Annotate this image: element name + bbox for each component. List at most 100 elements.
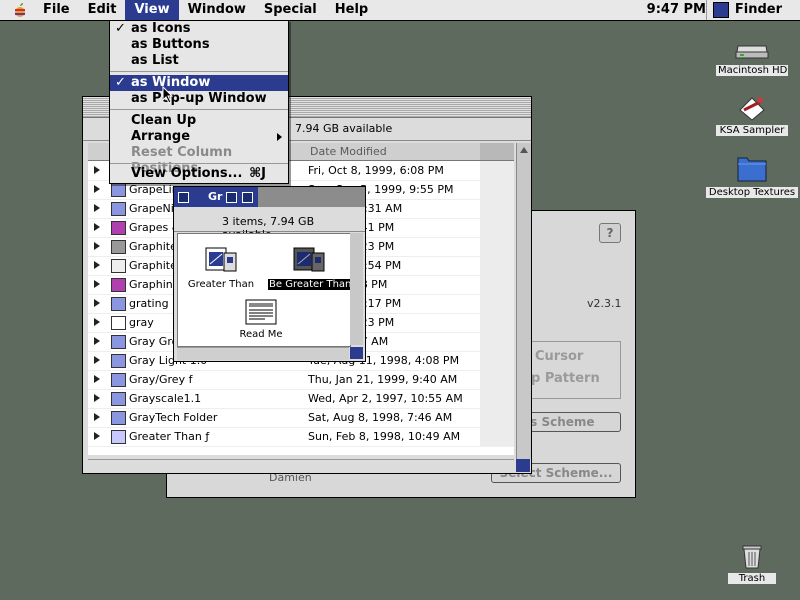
menu-separator [110,109,288,110]
trash-icon[interactable]: Trash [728,540,776,584]
resize-handle[interactable] [516,459,530,472]
sort-column-cell [480,408,514,427]
scroll-up-arrow-icon[interactable] [520,147,528,153]
folder-icon [737,157,767,182]
disclosure-triangle-icon[interactable] [94,318,100,326]
sort-column-cell [480,351,514,370]
checkmark-icon: ✓ [115,21,126,36]
icon-window-resize-handle[interactable] [350,347,363,359]
trash-can-icon [742,545,762,569]
disclosure-triangle-icon[interactable] [94,432,100,440]
zoom-box-icon[interactable] [226,192,237,203]
tool-icon [111,240,126,254]
table-row[interactable]: Gray/Grey f Thu, Jan 21, 1999, 9:40 AM [88,370,514,390]
disclosure-triangle-icon[interactable] [94,413,100,421]
macintosh-hd-icon[interactable]: Macintosh HD [716,40,788,76]
sort-column-cell [480,256,514,275]
disclosure-triangle-icon[interactable] [94,166,100,174]
checkmark-icon: ✓ [115,75,126,90]
table-row[interactable]: GrayTech Folder Sat, Aug 8, 1998, 7:46 AM [88,408,514,428]
icon-window-tab[interactable]: Gr [174,187,258,207]
file-name: Greater Than ƒ [129,430,210,443]
sort-column-header[interactable] [480,143,514,160]
menu-clock[interactable]: 9:47 PM [647,0,706,20]
file-name: gray [129,316,154,329]
menu-separator [110,163,288,164]
application-icon [205,247,237,272]
desktop-textures-icon[interactable]: Desktop Textures [706,152,798,198]
application-icon [293,247,325,272]
application-menu[interactable]: Finder [705,0,800,20]
menu-separator [110,71,288,72]
application-menu-label: Finder [734,2,782,17]
help-button[interactable]: ? [599,223,621,243]
greater-than-item[interactable]: Greater Than [186,244,256,290]
folder-icon [111,354,126,368]
file-name: Grayscale1.1 [129,392,202,405]
menu-item-as-icons[interactable]: ✓ as Icons [110,21,288,37]
sort-column-cell [480,313,514,332]
read-me-item[interactable]: Read Me [226,298,296,340]
sort-column-cell [480,275,514,294]
menu-item-arrange[interactable]: Arrange [110,129,288,145]
folder-outline-icon [111,316,126,330]
menu-item-as-buttons[interactable]: as Buttons [110,37,288,53]
menu-item-as-list[interactable]: as List [110,53,288,69]
disclosure-triangle-icon[interactable] [94,223,100,231]
ksa-sampler-icon[interactable]: KSA Sampler [716,92,788,136]
menu-item-clean-up[interactable]: Clean Up [110,113,288,129]
shortcut-label: ⌘J [249,166,266,181]
menu-help[interactable]: Help [326,0,377,20]
sort-column-cell [480,294,514,313]
folder-icon [111,297,126,311]
sort-column-cell [480,161,514,180]
disclosure-triangle-icon[interactable] [94,261,100,269]
icon-window-status: 3 items, 7.94 GB available [174,211,365,241]
desktop-textures-label: Desktop Textures [706,187,798,198]
disclosure-triangle-icon[interactable] [94,280,100,288]
menu-item-as-popup-window[interactable]: as Pop-up Window [110,91,288,107]
icon-window-horizontal-scrollbar[interactable] [177,347,349,360]
menu-edit[interactable]: Edit [79,0,126,20]
icon-window-vertical-scrollbar[interactable] [350,233,363,345]
disclosure-triangle-icon[interactable] [94,242,100,250]
table-row[interactable]: Grayscale1.1 Wed, Apr 2, 1997, 10:55 AM [88,389,514,409]
read-me-label: Read Me [239,329,283,340]
version-label: v2.3.1 [587,297,622,310]
disclosure-triangle-icon[interactable] [94,375,100,383]
disclosure-triangle-icon[interactable] [94,394,100,402]
close-box-icon[interactable] [178,192,189,203]
menu-special[interactable]: Special [255,0,326,20]
disclosure-triangle-icon[interactable] [94,356,100,364]
sort-column-cell [480,180,514,199]
app-icon [111,221,126,235]
table-row[interactable]: Greater Than ƒ Sun, Feb 8, 1998, 10:49 AM [88,427,514,447]
apple-menu-icon[interactable] [12,2,28,18]
file-name: Gray/Grey f [129,373,193,386]
greater-than-label: Greater Than [187,279,255,290]
folder-icon [111,373,126,387]
disclosure-triangle-icon[interactable] [94,337,100,345]
disclosure-triangle-icon[interactable] [94,185,100,193]
menu-window[interactable]: Window [179,0,255,20]
file-name: grating [129,297,169,310]
folder-icon [111,392,126,406]
sort-column-cell [480,370,514,389]
menu-view[interactable]: View [125,0,179,20]
menu-file[interactable]: File [34,0,79,20]
collapse-box-icon[interactable] [242,192,253,203]
date-modified-column-header[interactable]: Date Modified [310,143,387,160]
sort-column-cell [480,332,514,351]
menu-item-as-window[interactable]: ✓ as Window [110,75,288,91]
be-greater-than-item[interactable]: Be Greater Than [268,244,351,290]
vertical-scrollbar[interactable] [516,143,531,459]
macintosh-hd-label: Macintosh HD [716,65,788,76]
file-date: Wed, Apr 2, 1997, 10:55 AM [308,392,463,405]
disclosure-triangle-icon[interactable] [94,204,100,212]
file-date: Thu, Jan 21, 1999, 9:40 AM [308,373,458,386]
installer-icon [739,97,765,121]
disclosure-triangle-icon[interactable] [94,299,100,307]
menu-item-view-options[interactable]: View Options... ⌘J [110,166,288,182]
icon-window-title-bar[interactable]: Gr [174,187,365,207]
horizontal-scrollbar[interactable] [88,459,514,472]
